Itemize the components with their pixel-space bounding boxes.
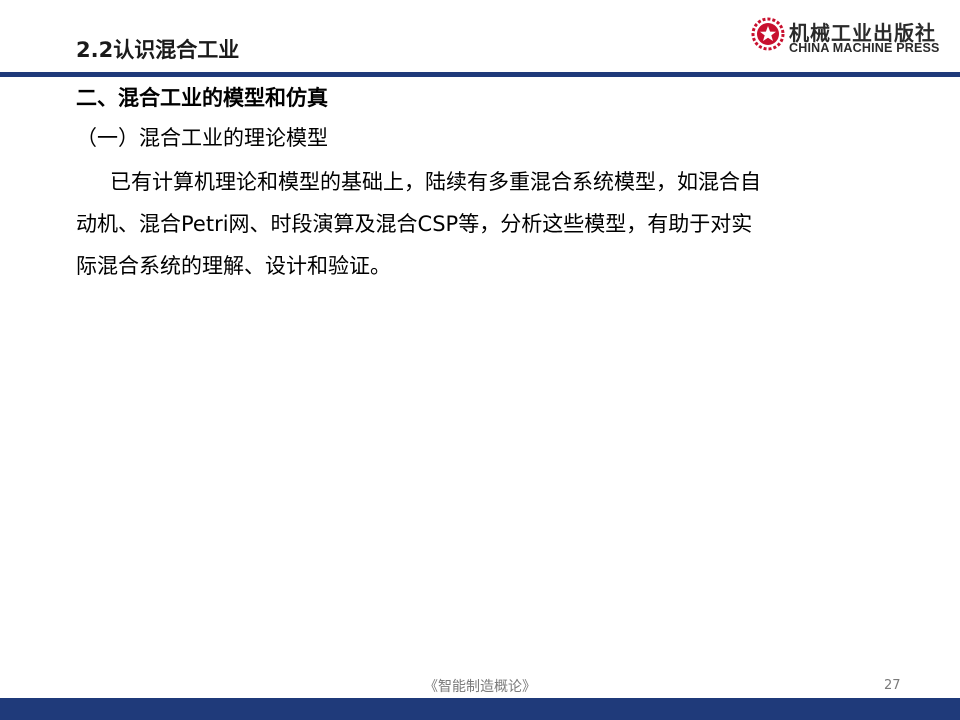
section-heading: 二、混合工业的模型和仿真 [76,86,328,110]
star-gear-emblem-icon [751,17,785,51]
paragraph-line-2: 动机、混合Petri网、时段演算及混合CSP等，分析这些模型，有助于对实 [76,212,753,236]
paragraph-line-3: 际混合系统的理解、设计和验证。 [76,254,391,278]
paragraph-line-1: 已有计算机理论和模型的基础上，陆续有多重混合系统模型，如混合自 [110,170,761,194]
subsection-heading: （一）混合工业的理论模型 [76,126,328,150]
header-divider [0,72,960,77]
publisher-logo: 机械工业出版社 CHINA MACHINE PRESS [751,17,953,57]
footer-book-title: 《智能制造概论》 [424,679,536,695]
page-number: 27 [884,678,901,693]
footer-bar [0,698,960,720]
slide-section-title: 2.2认识混合工业 [76,38,240,62]
publisher-name-en: CHINA MACHINE PRESS [789,41,940,55]
